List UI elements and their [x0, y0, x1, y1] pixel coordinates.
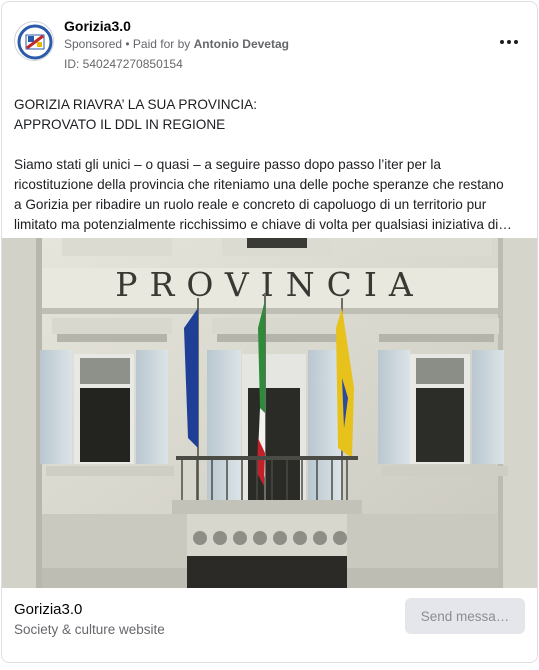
post-body: Siamo stati gli unici – o quasi – a segu…	[14, 155, 530, 235]
page-name-link[interactable]: Gorizia3.0	[64, 18, 131, 34]
body-line: ricostituzione della provincia che riten…	[14, 177, 504, 192]
facade-inscription: PROVINCIA	[115, 265, 424, 304]
more-options-icon[interactable]	[497, 32, 521, 52]
ad-id: ID: 540247270850154	[64, 57, 183, 71]
post-text: GORIZIA RIAVRA’ LA SUA PROVINCIA: APPROV…	[14, 95, 530, 235]
sponsored-label: Sponsored	[64, 37, 123, 51]
post-headline: GORIZIA RIAVRA’ LA SUA PROVINCIA: APPROV…	[14, 95, 530, 135]
body-line: limitato ma potenzialmente ricchissimo e…	[14, 217, 512, 232]
body-line: Siamo stati gli unici – o quasi – a segu…	[14, 157, 441, 172]
ad-footer: Gorizia3.0 Society & culture website Sen…	[2, 588, 537, 662]
meta-separator: •	[122, 37, 133, 51]
body-line: a Gorizia per ribadire un ruolo reale e …	[14, 197, 487, 212]
gorizia-logo-icon[interactable]	[14, 21, 54, 61]
ad-image[interactable]: PROVINCIA	[2, 238, 537, 588]
footer-category: Society & culture website	[14, 622, 165, 637]
sponsored-line: Sponsored • Paid for by Antonio Devetag	[64, 37, 289, 51]
paid-for-label: Paid for by	[132, 37, 194, 51]
ad-header: Gorizia3.0 Sponsored • Paid for by Anton…	[2, 2, 537, 82]
headline-line: GORIZIA RIAVRA’ LA SUA PROVINCIA:	[14, 97, 257, 112]
footer-page-name[interactable]: Gorizia3.0	[14, 601, 82, 618]
send-message-button[interactable]: Send messa…	[405, 598, 525, 634]
headline-line: APPROVATO IL DDL IN REGIONE	[14, 117, 226, 132]
payer-name: Antonio Devetag	[193, 37, 289, 51]
ad-card: Gorizia3.0 Sponsored • Paid for by Anton…	[1, 1, 538, 663]
